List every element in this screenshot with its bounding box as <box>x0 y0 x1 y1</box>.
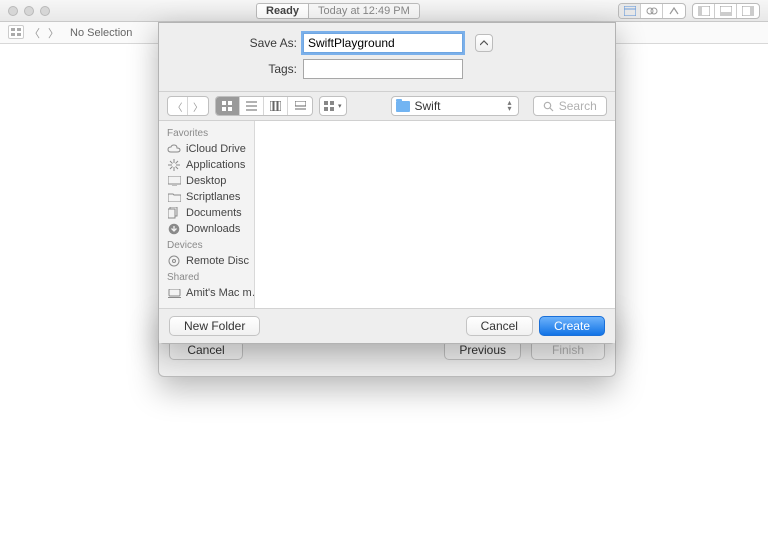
sidebar-item-shared-mac[interactable]: Amit's Mac m… <box>159 285 254 301</box>
cancel-button[interactable]: Cancel <box>466 316 533 336</box>
sidebar: Favorites iCloud Drive Applications Desk… <box>159 121 255 308</box>
sidebar-item-documents[interactable]: Documents <box>159 205 254 221</box>
view-mode-segmented[interactable] <box>215 96 313 116</box>
assistant-editor-icon[interactable] <box>641 4 663 18</box>
zoom-window-icon[interactable] <box>40 6 50 16</box>
traffic-lights <box>8 6 50 16</box>
status-indicator: Ready Today at 12:49 PM <box>256 3 420 19</box>
location-popup[interactable]: Swift ▴▾ <box>391 96 519 116</box>
file-browser-toolbar: 〈 〉 ▾ Swift ▴▾ Se <box>159 91 615 121</box>
close-window-icon[interactable] <box>8 6 18 16</box>
documents-icon <box>167 207 181 219</box>
toggle-debug-icon[interactable] <box>715 4 737 18</box>
icon-view-button[interactable] <box>216 97 240 115</box>
sidebar-section-devices: Devices <box>159 237 254 253</box>
nav-forward-icon[interactable]: 〉 <box>45 25 62 41</box>
panel-visibility-segmented[interactable] <box>692 3 760 19</box>
standard-editor-icon[interactable] <box>619 4 641 18</box>
sidebar-item-label: Applications <box>186 159 245 171</box>
tags-label: Tags: <box>173 62 297 76</box>
collapse-panel-button[interactable] <box>475 34 493 52</box>
apps-icon <box>167 159 181 171</box>
sidebar-item-applications[interactable]: Applications <box>159 157 254 173</box>
desktop-icon <box>167 175 181 187</box>
column-view-button[interactable] <box>264 97 288 115</box>
nav-history-segmented[interactable]: 〈 〉 <box>167 96 209 116</box>
tags-input[interactable] <box>303 59 463 79</box>
title-bar: Ready Today at 12:49 PM <box>0 0 768 22</box>
sidebar-item-label: Amit's Mac m… <box>186 287 255 299</box>
minimize-window-icon[interactable] <box>24 6 34 16</box>
sidebar-section-favorites: Favorites <box>159 125 254 141</box>
new-folder-button[interactable]: New Folder <box>169 316 260 336</box>
disc-icon <box>167 255 181 267</box>
toggle-utilities-icon[interactable] <box>737 4 759 18</box>
sidebar-item-downloads[interactable]: Downloads <box>159 221 254 237</box>
save-as-label: Save As: <box>173 36 297 50</box>
file-browser: Favorites iCloud Drive Applications Desk… <box>159 121 615 308</box>
related-items-icon[interactable] <box>8 25 24 39</box>
nav-back-icon[interactable]: 〈 <box>26 25 43 41</box>
nav-back-button[interactable]: 〈 <box>168 97 188 115</box>
sidebar-item-label: iCloud Drive <box>186 143 246 155</box>
sidebar-item-label: Downloads <box>186 223 240 235</box>
sidebar-item-scriptlanes[interactable]: Scriptlanes <box>159 189 254 205</box>
jump-bar-selection: No Selection <box>70 27 132 39</box>
cloud-icon <box>167 143 181 155</box>
folder-icon <box>167 191 181 203</box>
folder-icon <box>396 101 410 112</box>
popup-arrows-icon: ▴▾ <box>508 100 512 112</box>
sidebar-item-label: Remote Disc <box>186 255 249 267</box>
search-input[interactable]: Search <box>533 96 607 116</box>
save-panel: Save As: Tags: 〈 〉 <box>158 22 616 344</box>
search-placeholder: Search <box>559 99 597 113</box>
sidebar-item-label: Scriptlanes <box>186 191 240 203</box>
search-icon <box>543 101 554 112</box>
sidebar-section-shared: Shared <box>159 269 254 285</box>
file-list-area[interactable] <box>255 121 615 308</box>
list-view-button[interactable] <box>240 97 264 115</box>
nav-forward-button[interactable]: 〉 <box>188 97 208 115</box>
download-icon <box>167 223 181 235</box>
location-label: Swift <box>415 99 441 113</box>
save-as-input[interactable] <box>303 33 463 53</box>
sidebar-item-desktop[interactable]: Desktop <box>159 173 254 189</box>
status-time: Today at 12:49 PM <box>308 3 420 19</box>
editor-layout-segmented[interactable] <box>618 3 686 19</box>
save-panel-footer: New Folder Cancel Create <box>159 308 615 343</box>
sidebar-item-icloud[interactable]: iCloud Drive <box>159 141 254 157</box>
computer-icon <box>167 287 181 299</box>
group-by-popup[interactable]: ▾ <box>319 96 347 116</box>
version-editor-icon[interactable] <box>663 4 685 18</box>
status-ready: Ready <box>256 3 308 19</box>
coverflow-view-button[interactable] <box>288 97 312 115</box>
sidebar-item-label: Desktop <box>186 175 226 187</box>
sidebar-item-label: Documents <box>186 207 242 219</box>
toggle-navigator-icon[interactable] <box>693 4 715 18</box>
sidebar-item-remote-disc[interactable]: Remote Disc <box>159 253 254 269</box>
create-button[interactable]: Create <box>539 316 605 336</box>
